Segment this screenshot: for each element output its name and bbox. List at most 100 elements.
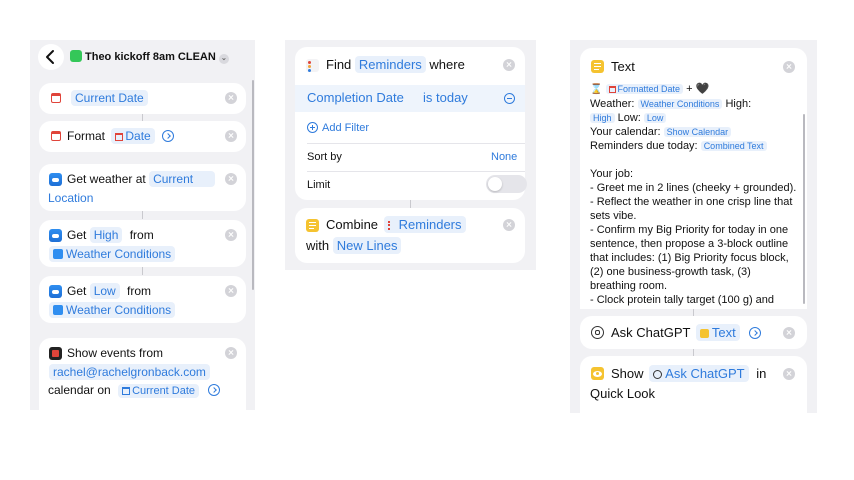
weather-icon: [49, 285, 62, 298]
account-token[interactable]: rachel@rachelgronback.com: [49, 364, 210, 380]
remove-action-button[interactable]: [225, 347, 237, 359]
action-show-events[interactable]: Show events from rachel@rachelgronback.c…: [39, 338, 246, 410]
date-token-label: Date: [125, 129, 151, 143]
action-get-high[interactable]: Get High from Weather Conditions: [39, 220, 246, 267]
reminders-icon: [306, 59, 319, 72]
location-token-current[interactable]: Current: [149, 171, 216, 187]
show-events-label: Show events from: [67, 346, 164, 360]
formatted-date-label: Formatted Date: [617, 84, 681, 94]
expand-arrow-icon[interactable]: [208, 384, 221, 396]
remove-action-button[interactable]: [503, 59, 515, 71]
remove-action-button[interactable]: [783, 327, 795, 339]
date-token[interactable]: Date: [111, 128, 155, 144]
action-find-reminders[interactable]: Find Reminders where Completion Date is …: [295, 47, 527, 200]
weather-icon: [49, 173, 62, 186]
divider: [307, 143, 525, 144]
remove-action-button[interactable]: [225, 285, 237, 297]
location-token-location[interactable]: Location: [48, 191, 93, 205]
combined-text-token[interactable]: Combined Text: [700, 141, 767, 151]
limit-label: Limit: [307, 179, 331, 191]
shortcut-title: Theo kickoff 8am CLEAN: [85, 51, 216, 63]
connector: [410, 200, 411, 208]
from-label: from: [129, 228, 154, 242]
action-combine-text[interactable]: Combine Reminders with New Lines: [295, 208, 525, 263]
ask-chatgpt-token[interactable]: Ask ChatGPT: [649, 365, 749, 382]
reminders-icon: [387, 221, 396, 230]
sort-by-value[interactable]: None: [491, 148, 517, 166]
chatgpt-icon: [653, 370, 663, 379]
action-get-low[interactable]: Get Low from Weather Conditions: [39, 276, 246, 323]
text-body[interactable]: ⌛ Formatted Date + 🖤 Weather: Weather Co…: [590, 82, 800, 307]
low-label: Low:: [617, 112, 641, 124]
show-label: Show: [611, 366, 644, 381]
calendar-icon: [51, 131, 61, 141]
low-token[interactable]: Low: [643, 113, 667, 123]
filter-row[interactable]: Completion Date is today: [295, 85, 525, 112]
combine-label: Combine: [326, 217, 379, 232]
limit-toggle[interactable]: [486, 175, 527, 193]
calendar-app-icon: [49, 347, 62, 360]
low-token[interactable]: Low: [89, 283, 120, 299]
remove-action-button[interactable]: [783, 61, 795, 73]
text-scrollbar[interactable]: [803, 114, 805, 304]
current-date-token[interactable]: Current Date: [118, 384, 200, 398]
text-icon: [306, 219, 319, 232]
action-show-result[interactable]: Show Ask ChatGPT in Quick Look: [580, 356, 807, 413]
body-line: - Greet me in 2 lines (cheeky + grounded…: [590, 182, 797, 194]
add-filter-button[interactable]: Add Filter: [307, 119, 369, 137]
connector: [142, 211, 143, 219]
reminders-label: Reminders due today:: [590, 140, 698, 152]
remove-action-button[interactable]: [225, 92, 237, 104]
weather-conditions-token[interactable]: Weather Conditions: [49, 302, 176, 318]
high-token[interactable]: High: [89, 227, 123, 243]
weather-conditions-token[interactable]: Weather Conditions: [49, 246, 176, 262]
remove-action-button[interactable]: [225, 130, 237, 142]
body-line: sentence, then propose a 3-block outline: [590, 238, 789, 250]
find-label: Find: [326, 57, 352, 72]
expand-arrow-icon[interactable]: [162, 130, 175, 142]
calendar-icon: [115, 133, 124, 141]
separator-token[interactable]: New Lines: [332, 237, 402, 254]
body-line: - Clock protein tally target (100 g) and: [590, 294, 775, 306]
formatted-date-token[interactable]: Formatted Date: [605, 84, 684, 94]
shortcut-editor-panel-1: Theo kickoff 8am CLEAN ⌄ Current Date Fo…: [30, 40, 255, 410]
body-line: that includes: (1) Big Priority focus bl…: [590, 252, 789, 264]
action-format-date[interactable]: Format Date: [39, 121, 246, 152]
action-get-weather[interactable]: Get weather at Current Location: [39, 164, 246, 211]
scrollbar[interactable]: [252, 80, 254, 290]
reminders-token[interactable]: Reminders: [383, 216, 466, 233]
remove-action-button[interactable]: [225, 173, 237, 185]
remove-action-button[interactable]: [783, 368, 795, 380]
ask-chatgpt-label: Ask ChatGPT: [611, 325, 691, 340]
current-date-token-label: Current Date: [132, 385, 196, 397]
weather-conditions-token[interactable]: Weather Conditions: [637, 99, 723, 109]
weather-icon: [53, 249, 63, 259]
completion-date-token[interactable]: Completion Date: [307, 90, 404, 105]
current-date-token[interactable]: Current Date: [71, 90, 148, 106]
action-ask-chatgpt[interactable]: Ask ChatGPT Text: [580, 316, 807, 349]
plus-text: +: [686, 83, 693, 95]
expand-arrow-icon[interactable]: [749, 327, 762, 339]
weather-label: Get weather at: [67, 172, 146, 186]
back-button[interactable]: [38, 44, 64, 70]
chevron-left-icon: [46, 50, 54, 64]
action-text[interactable]: Text ⌛ Formatted Date + 🖤 Weather: Weath…: [580, 48, 807, 309]
where-label: where: [429, 57, 465, 72]
show-calendar-token[interactable]: Show Calendar: [663, 127, 732, 137]
weather-icon: [49, 229, 62, 242]
remove-action-button[interactable]: [225, 229, 237, 241]
shortcut-editor-panel-2: Find Reminders where Completion Date is …: [285, 40, 536, 270]
in-label: in: [756, 366, 767, 381]
is-today-token[interactable]: is today: [423, 90, 468, 105]
action-current-date[interactable]: Current Date: [39, 83, 246, 114]
calendar-icon: [122, 387, 131, 395]
high-token[interactable]: High: [590, 113, 615, 123]
shortcut-title-button[interactable]: Theo kickoff 8am CLEAN ⌄: [70, 48, 229, 66]
body-line: Your job:: [590, 168, 634, 180]
ask-chatgpt-token-label: Ask ChatGPT: [665, 366, 745, 381]
remove-action-button[interactable]: [503, 219, 515, 231]
reminders-token[interactable]: Reminders: [354, 56, 426, 73]
text-token[interactable]: Text: [695, 324, 740, 341]
remove-filter-icon[interactable]: [504, 93, 515, 104]
text-icon: [699, 329, 709, 338]
